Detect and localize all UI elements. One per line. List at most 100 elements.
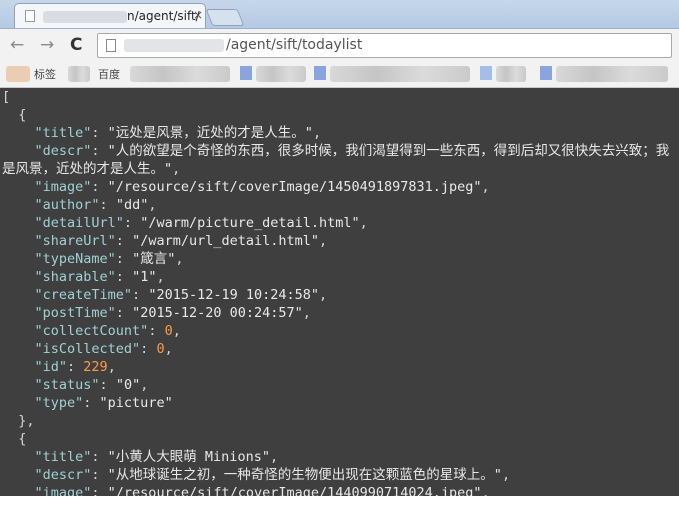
json-key: "image" [2,179,92,195]
json-line: "id": 229, [2,359,116,375]
blurred-bookmark [556,66,668,82]
json-punctuation: : [132,287,149,303]
json-line: "shareUrl": "/warm/url_detail.html", [2,233,328,249]
json-punctuation: : [91,467,108,483]
json-key: "descr" [2,467,92,483]
json-key: "image" [2,485,92,496]
json-punctuation: : [67,359,84,375]
page-favicon-icon [25,10,35,22]
json-punctuation: }, [2,413,35,429]
json-line: 是风景，近处的才是人生。", [2,161,180,177]
json-line: "image": "/resource/sift/coverImage/1450… [2,179,490,195]
url-text: /agent/sift/todaylist [226,37,363,53]
json-key: "descr" [2,143,92,159]
bookmark-favicon [314,66,326,80]
bookmarks-bar: 标签 百度 [0,62,679,88]
tab-strip: n/agent/sift/ × [0,0,679,28]
json-punctuation: , [269,449,279,465]
json-punctuation: , [148,197,157,213]
json-number: 0 [156,341,165,357]
bookmark-favicon [480,66,492,80]
json-punctuation: , [359,215,368,231]
json-line: "type": "picture" [2,395,173,411]
json-line: "author": "dd", [2,197,157,213]
json-line: "title": "小黄人大眼萌 Minions", [2,449,279,465]
json-punctuation: , [156,269,165,285]
json-punctuation: , [175,251,184,267]
json-punctuation: : [91,485,108,496]
json-key: "id" [2,359,68,375]
blurred-url-host [124,39,224,52]
new-tab-button[interactable] [205,9,245,26]
json-punctuation: : [91,179,108,195]
json-line: "collectCount": 0, [2,323,181,339]
json-key: "status" [2,377,100,393]
forward-arrow-icon[interactable]: → [40,35,54,55]
json-string: 是风景，近处的才是人生。" [2,161,173,177]
json-punctuation: { [2,431,27,447]
json-string: "2015-12-20 00:24:57" [132,305,303,321]
json-punctuation: , [481,179,490,195]
json-string: "远处是风景，近处的才是人生。" [107,125,313,141]
json-string: "2015-12-19 10:24:58" [148,287,319,303]
bookmark-item[interactable]: 标签 [34,66,56,82]
json-punctuation: : [115,305,133,321]
page-icon [106,39,116,52]
json-line: { [2,107,26,123]
bookmark-item[interactable]: 百度 [98,66,120,82]
json-line: "isCollected": 0, [2,341,173,357]
json-line: [ [2,89,10,105]
json-string: "/resource/sift/coverImage/1450491897831… [107,179,482,195]
json-punctuation: : [115,269,133,285]
json-line: "descr": "人的欲望是个奇怪的东西，很多时候，我们渴望得到一些东西，得到… [2,143,670,159]
close-tab-icon[interactable]: × [193,8,203,22]
json-key: "author" [2,197,100,213]
blurred-bookmark [496,66,526,82]
json-string: "从地球诞生之初，一种奇怪的生物便出现在这颗蓝色的星球上。" [107,467,502,483]
json-punctuation: : [91,449,108,465]
json-punctuation: , [319,287,328,303]
json-key: "postTime" [2,305,116,321]
json-punctuation: , [107,359,116,375]
json-line: "postTime": "2015-12-20 00:24:57", [2,305,311,321]
blurred-bookmark [330,66,470,82]
json-string: "0" [115,377,141,393]
json-punctuation: : [83,395,100,411]
browser-tab[interactable]: n/agent/sift/ × [14,3,206,28]
json-line: "typeName": "箴言", [2,251,184,267]
json-string: "/warm/url_detail.html" [132,233,319,249]
browser-toolbar: ← → C /agent/sift/todaylist [0,28,679,62]
json-key: "detailUrl" [2,215,124,231]
json-key: "isCollected" [2,341,141,357]
json-punctuation: , [172,161,181,177]
json-line: }, [2,413,35,429]
json-punctuation: , [172,323,181,339]
json-line: "sharable": "1", [2,269,165,285]
reload-icon[interactable]: C [70,35,82,55]
json-punctuation: , [501,467,511,483]
json-string: "箴言" [132,251,176,267]
blurred-bookmark [130,66,230,82]
json-key: "collectCount" [2,323,149,339]
bookmark-favicon [540,66,552,80]
bookmark-favicon [240,66,252,80]
bookmark-favicon [6,66,30,82]
json-punctuation: { [2,107,27,123]
json-punctuation: : [115,251,133,267]
json-punctuation: , [312,125,322,141]
back-arrow-icon[interactable]: ← [10,35,24,55]
json-punctuation: : [99,377,116,393]
json-punctuation: : [91,143,108,159]
window-bottom-edge [0,496,679,505]
json-key: "type" [2,395,84,411]
json-punctuation: , [164,341,173,357]
json-string: "/warm/picture_detail.html" [140,215,360,231]
address-bar[interactable]: /agent/sift/todaylist [97,33,672,58]
json-punctuation: : [140,341,157,357]
json-string: "dd" [115,197,149,213]
json-line: "title": "远处是风景，近处的才是人生。", [2,125,322,141]
json-punctuation: [ [2,89,11,105]
blurred-bookmark [68,66,90,82]
json-line: "status": "0", [2,377,149,393]
json-punctuation: : [115,233,133,249]
